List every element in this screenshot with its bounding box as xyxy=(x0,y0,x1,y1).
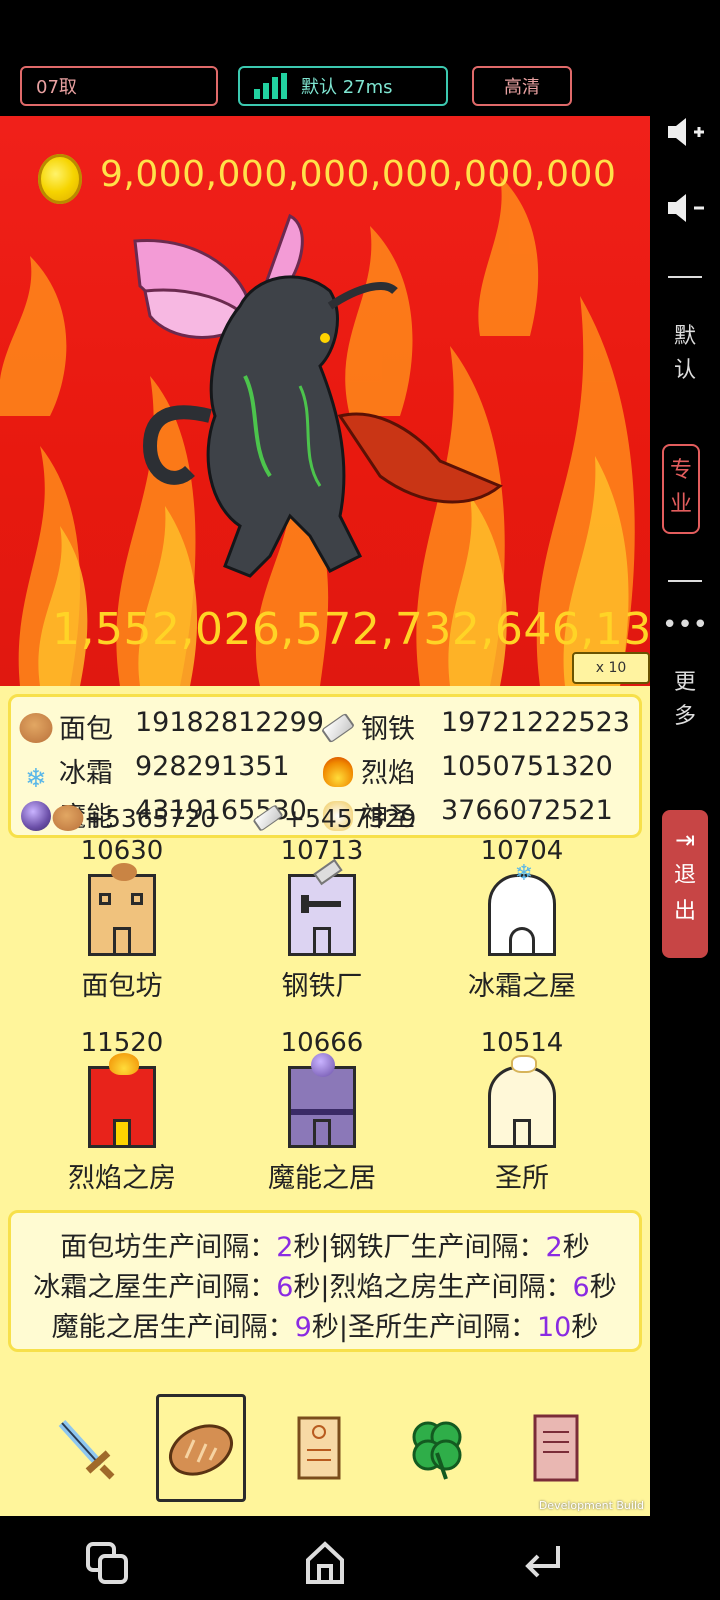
steelworks-icon xyxy=(288,858,356,956)
volume-down-icon[interactable] xyxy=(664,190,706,226)
system-nav-bar xyxy=(0,1520,720,1600)
building-magic-house[interactable]: 10666 魔能之居 xyxy=(222,1028,422,1195)
resource-value: 3766072521 xyxy=(441,795,613,826)
steel-icon xyxy=(320,712,356,744)
interval-line: 面包坊生产间隔：2秒|钢铁厂生产间隔：2秒 xyxy=(60,1232,590,1263)
channel-button[interactable]: 07取 xyxy=(20,66,218,106)
fire-icon xyxy=(323,757,353,787)
sanctuary-icon xyxy=(488,1055,556,1148)
magic-house-icon xyxy=(288,1053,356,1148)
mode-pro-button[interactable]: 专 业 xyxy=(662,444,700,534)
resource-name: 冰霜 xyxy=(59,758,113,789)
more-button[interactable]: 更 多 xyxy=(650,666,720,734)
boss-hp-amount: 1,552,026,572,732,646,136 xyxy=(52,604,650,655)
resource-steel: 钢铁 xyxy=(320,707,415,746)
bread-icon xyxy=(169,1424,233,1476)
tab-luck[interactable] xyxy=(392,1394,482,1502)
exit-icon: ⇥ xyxy=(674,826,696,854)
resource-frost: ❄ 冰霜 xyxy=(21,751,113,794)
resource-bread: 面包 xyxy=(19,707,113,746)
clover-icon xyxy=(412,1421,462,1480)
production-intervals: 面包坊生产间隔：2秒|钢铁厂生产间隔：2秒 冰霜之屋生产间隔：6秒|烈焰之房生产… xyxy=(8,1210,642,1352)
exit-label: 退 出 xyxy=(673,863,696,924)
interval-line: 魔能之居生产间隔：9秒|圣所生产间隔：10秒 xyxy=(51,1312,599,1343)
back-icon[interactable] xyxy=(518,1538,568,1588)
sword-icon xyxy=(58,1419,115,1480)
building-steelworks[interactable]: 10713 钢铁厂 xyxy=(222,836,422,1003)
multiplier-button[interactable]: x 10 xyxy=(572,652,650,684)
building-frost-house[interactable]: 10704 ❄ 冰霜之屋 xyxy=(422,836,622,1003)
steel-gain: +5457329 xyxy=(252,804,417,833)
network-label: 默认 27ms xyxy=(301,77,393,98)
building-name: 烈焰之房 xyxy=(68,1163,176,1194)
bread-gain: +5365720 xyxy=(52,804,217,833)
quality-button[interactable]: 高清 xyxy=(472,66,572,106)
resource-name: 面包 xyxy=(59,714,113,745)
stream-side-panel: 默 认 专 业 ••• 更 多 ⇥ 退 出 xyxy=(650,110,720,1520)
dev-build-label: Development Build xyxy=(538,1499,644,1512)
building-name: 圣所 xyxy=(495,1163,549,1194)
book-icon xyxy=(533,1414,579,1482)
flames-background xyxy=(0,176,635,686)
building-name: 面包坊 xyxy=(81,971,163,1002)
steel-icon xyxy=(252,804,284,832)
more-dots-icon[interactable]: ••• xyxy=(650,608,720,642)
divider xyxy=(668,276,702,278)
building-name: 魔能之居 xyxy=(268,1163,376,1194)
resource-panel: 面包 19182812299 钢铁 19721222523 ❄ 冰霜 928291… xyxy=(0,686,650,1516)
gain-value: +5365720 xyxy=(84,804,217,833)
signal-bars-icon xyxy=(254,73,287,99)
resource-fire: 烈焰 xyxy=(323,751,415,790)
channel-label: 07取 xyxy=(36,77,77,98)
resource-value: 19721222523 xyxy=(441,707,630,738)
home-icon[interactable] xyxy=(300,1538,350,1588)
network-status-button[interactable]: 默认 27ms xyxy=(238,66,448,106)
flame-house-icon xyxy=(88,1053,156,1148)
resource-value: 928291351 xyxy=(135,751,290,782)
frost-icon: ❄ xyxy=(25,764,47,794)
building-sanctuary[interactable]: 10514 圣所 xyxy=(422,1028,622,1195)
building-flame-house[interactable]: 11520 烈焰之房 xyxy=(22,1028,222,1195)
frost-house-icon: ❄ xyxy=(488,861,556,956)
mode-default-button[interactable]: 默 认 xyxy=(650,320,720,388)
tab-battle[interactable] xyxy=(38,1394,128,1502)
scroll-icon xyxy=(297,1416,341,1480)
recent-apps-icon[interactable] xyxy=(82,1538,132,1588)
resource-value: 1050751320 xyxy=(441,751,613,782)
resource-name: 钢铁 xyxy=(361,714,415,745)
battle-scene[interactable]: 9,000,000,000,000,000,000 1,552,026,572,… xyxy=(0,116,650,686)
interval-line: 冰霜之屋生产间隔：6秒|烈焰之房生产间隔：6秒 xyxy=(33,1272,617,1303)
bottom-tabs: Development Build xyxy=(0,1376,650,1516)
resource-name: 烈焰 xyxy=(361,758,415,789)
building-name: 钢铁厂 xyxy=(281,971,363,1002)
exit-button[interactable]: ⇥ 退 出 xyxy=(662,810,708,958)
tab-production[interactable] xyxy=(156,1394,246,1502)
tab-codex[interactable] xyxy=(510,1394,600,1502)
divider xyxy=(668,580,702,582)
quality-label: 高清 xyxy=(504,77,540,98)
magic-orb-icon xyxy=(21,801,51,831)
building-count: 10713 xyxy=(280,836,364,866)
bakery-icon xyxy=(88,863,156,956)
building-name: 冰霜之屋 xyxy=(468,971,576,1002)
volume-up-icon[interactable] xyxy=(664,114,706,150)
gain-value: +5457329 xyxy=(284,804,417,833)
bread-icon xyxy=(19,713,53,743)
building-bakery[interactable]: 10630 面包坊 xyxy=(22,836,222,1003)
tab-quests[interactable] xyxy=(274,1394,364,1502)
bread-icon xyxy=(52,805,84,831)
gold-coin-icon xyxy=(38,154,82,204)
gold-amount: 9,000,000,000,000,000,000 xyxy=(100,154,617,195)
resource-value: 19182812299 xyxy=(135,707,324,738)
